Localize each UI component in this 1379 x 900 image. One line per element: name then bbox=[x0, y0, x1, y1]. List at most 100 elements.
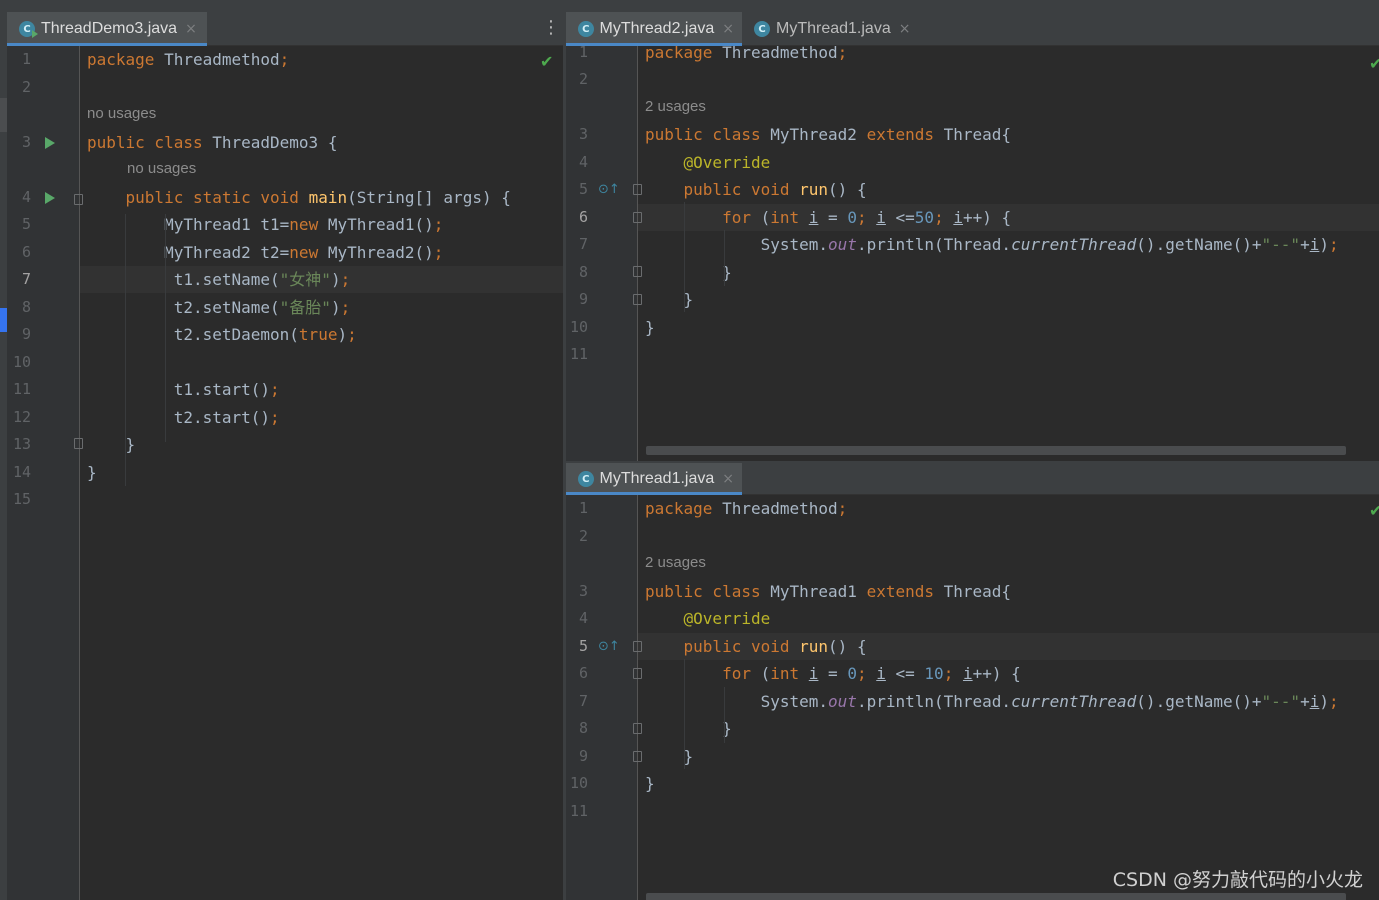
line-number: 10 bbox=[569, 774, 588, 792]
code-line: } bbox=[645, 290, 694, 309]
usages-hint[interactable]: no usages bbox=[127, 160, 196, 177]
tab-menu-icon[interactable]: ⋮ bbox=[542, 18, 560, 38]
override-method-icon[interactable]: ⊙↑ bbox=[598, 639, 620, 654]
tab-label: MyThread2.java bbox=[599, 20, 715, 37]
line-number: 8 bbox=[578, 263, 588, 281]
line-number: 15 bbox=[12, 490, 31, 508]
fold-marker-icon[interactable] bbox=[74, 438, 83, 449]
inspection-ok-check-icon: ✔ bbox=[540, 52, 554, 71]
java-class-runnable-icon: C bbox=[19, 21, 38, 38]
indent-guide bbox=[684, 659, 685, 769]
line-number: 7 bbox=[578, 692, 588, 710]
horizontal-scrollbar[interactable] bbox=[646, 446, 1346, 455]
override-method-icon[interactable]: ⊙↑ bbox=[598, 182, 620, 197]
fold-marker-icon[interactable] bbox=[633, 212, 642, 223]
java-class-icon: C bbox=[754, 21, 770, 37]
watermark: CSDN @努力敲代码的小火龙 bbox=[1112, 869, 1363, 891]
gutter bbox=[566, 46, 638, 461]
fold-marker-icon[interactable] bbox=[633, 751, 642, 762]
editor-left[interactable]: 1 package Threadmethod; 2 3 no usages public … bbox=[7, 46, 563, 900]
line-number: 3 bbox=[578, 125, 588, 143]
java-class-icon: C bbox=[578, 471, 594, 487]
line-number: 8 bbox=[21, 298, 31, 316]
close-icon[interactable]: × bbox=[899, 21, 911, 37]
usages-hint[interactable]: 2 usages bbox=[645, 554, 706, 571]
fold-marker-icon[interactable] bbox=[633, 668, 642, 679]
indent-guide bbox=[724, 230, 725, 286]
tab-menu-icon[interactable]: ⋮ bbox=[1372, 18, 1379, 38]
code-line: public class ThreadDemo3 { bbox=[87, 133, 338, 152]
tool-strip-mark bbox=[0, 98, 7, 132]
indent-guide bbox=[684, 202, 685, 312]
run-class-icon[interactable] bbox=[45, 137, 55, 149]
horizontal-scrollbar[interactable] bbox=[646, 893, 1346, 900]
code-line: for (int i = 0; i <=50; i++) { bbox=[722, 208, 1012, 227]
fold-marker-icon[interactable] bbox=[633, 641, 642, 652]
line-number: 5 bbox=[21, 215, 31, 233]
line-number: 13 bbox=[12, 435, 31, 453]
code-line: System.out.println(Thread.currentThread(… bbox=[645, 235, 1339, 254]
tab-threaddemo3[interactable]: C ThreadDemo3.java × bbox=[7, 12, 207, 46]
code-line: } bbox=[645, 774, 655, 793]
tab-mythread1[interactable]: C MyThread1.java × bbox=[742, 12, 922, 46]
code-line: package Threadmethod; bbox=[645, 499, 848, 518]
line-number: 7 bbox=[21, 270, 31, 288]
code-line: } bbox=[87, 435, 136, 454]
code-line: t2.start(); bbox=[87, 408, 280, 427]
line-number: 2 bbox=[578, 70, 588, 88]
line-number: 5 bbox=[578, 180, 588, 198]
usages-hint[interactable]: no usages bbox=[87, 105, 156, 122]
tool-strip-active-mark bbox=[0, 308, 7, 332]
code-line: } bbox=[645, 318, 655, 337]
code-line: public static void main(String[] args) { bbox=[125, 188, 511, 207]
left-tool-strip bbox=[0, 12, 7, 900]
line-number: 3 bbox=[21, 133, 31, 151]
top-right-tab-bar: C MyThread2.java × C MyThread1.java × ⋮ bbox=[566, 12, 1379, 46]
code-line: t2.setDaemon(true); bbox=[87, 325, 357, 344]
line-number: 4 bbox=[578, 609, 588, 627]
line-number: 5 bbox=[578, 637, 588, 655]
line-number: 3 bbox=[578, 582, 588, 600]
tab-mythread2[interactable]: C MyThread2.java × bbox=[566, 12, 742, 46]
java-class-icon: C bbox=[578, 21, 594, 37]
line-number: 7 bbox=[578, 235, 588, 253]
line-number: 1 bbox=[21, 50, 31, 68]
line-number: 9 bbox=[578, 290, 588, 308]
line-number: 11 bbox=[569, 345, 588, 363]
code-line: } bbox=[645, 719, 732, 738]
line-number: 11 bbox=[569, 802, 588, 820]
inspection-ok-check-icon: ✔ bbox=[1369, 54, 1379, 73]
fold-marker-icon[interactable] bbox=[633, 184, 642, 195]
usages-hint[interactable]: 2 usages bbox=[645, 98, 706, 115]
line-number: 9 bbox=[21, 325, 31, 343]
line-number: 8 bbox=[578, 719, 588, 737]
close-icon[interactable]: × bbox=[185, 21, 197, 37]
code-line: public class MyThread1 extends Thread{ bbox=[645, 582, 1012, 601]
code-line: t1.setName("女神"); bbox=[87, 270, 351, 289]
close-icon[interactable]: × bbox=[722, 21, 734, 37]
code-line: MyThread2 t2=new MyThread2(); bbox=[87, 243, 444, 262]
tab-label: MyThread1.java bbox=[776, 20, 891, 37]
editor-bottom-right[interactable]: 1 package Threadmethod; 2 3 2 usages public c… bbox=[566, 495, 1379, 900]
tab-label: ThreadDemo3.java bbox=[41, 20, 178, 37]
line-number: 14 bbox=[12, 463, 31, 481]
code-line: } bbox=[645, 747, 694, 766]
run-main-icon[interactable] bbox=[45, 192, 55, 204]
close-icon[interactable]: × bbox=[722, 471, 734, 487]
fold-marker-icon[interactable] bbox=[74, 194, 83, 205]
line-number: 1 bbox=[578, 499, 588, 517]
line-number: 10 bbox=[569, 318, 588, 336]
fold-marker-icon[interactable] bbox=[633, 266, 642, 277]
indent-guide bbox=[125, 214, 126, 486]
fold-marker-icon[interactable] bbox=[633, 723, 642, 734]
code-line: MyThread1 t1=new MyThread1(); bbox=[87, 215, 444, 234]
code-line: @Override bbox=[683, 153, 771, 172]
code-line: public void run() { bbox=[683, 180, 867, 199]
tab-menu-icon[interactable]: ⋮ bbox=[1372, 469, 1379, 489]
fold-marker-icon[interactable] bbox=[633, 294, 642, 305]
tab-mythread1-bottom[interactable]: C MyThread1.java × bbox=[566, 463, 742, 495]
left-tab-bar: C ThreadDemo3.java × ⋮ bbox=[7, 12, 563, 46]
code-line: public void run() { bbox=[683, 637, 867, 656]
editor-top-right[interactable]: 1 package Threadmethod; 2 3 2 usages public c… bbox=[566, 46, 1379, 461]
line-number: 12 bbox=[12, 408, 31, 426]
